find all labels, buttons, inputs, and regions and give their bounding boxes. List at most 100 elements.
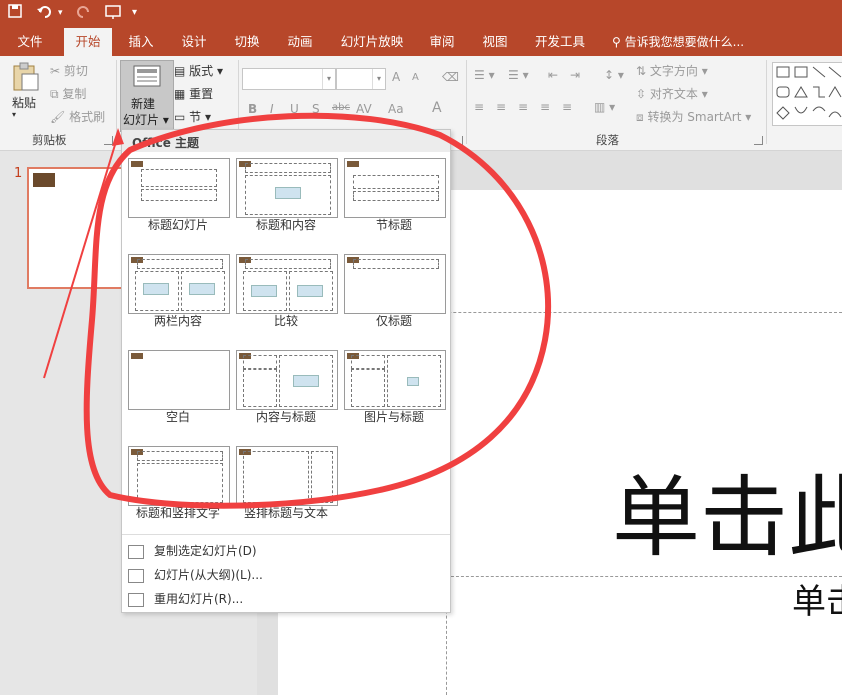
paste-button[interactable]: 粘贴 <box>12 94 36 111</box>
layout-label: 竖排标题与文本 <box>243 506 328 520</box>
tab-slideshow[interactable]: 幻灯片放映 <box>334 28 410 56</box>
reuse-slides-icon <box>128 592 144 607</box>
layout-label: 标题和竖排文字 <box>135 506 220 520</box>
increase-indent-icon[interactable]: ⇥ <box>570 68 580 82</box>
font-size-combo[interactable]: ▾ <box>336 68 386 90</box>
layout-content-caption[interactable] <box>236 350 338 410</box>
layout-two-content[interactable] <box>128 254 230 314</box>
tab-transitions[interactable]: 切换 <box>226 28 268 56</box>
change-case-button[interactable]: Aa <box>388 102 404 116</box>
align-center-icon[interactable]: ≡ <box>496 100 506 114</box>
section-button[interactable]: ▭ 节 ▾ <box>174 108 211 125</box>
duplicate-slide-icon <box>128 544 144 559</box>
bullets-icon[interactable]: ☰ ▾ <box>474 68 495 82</box>
bold-button[interactable]: B <box>248 102 257 116</box>
clipboard-launcher-icon[interactable] <box>104 136 113 145</box>
layout-label: 标题幻灯片 <box>147 218 208 232</box>
tab-design[interactable]: 设计 <box>172 28 216 56</box>
layout-comparison[interactable] <box>236 254 338 314</box>
layout-section-header[interactable] <box>344 158 446 218</box>
tell-me-text: 告诉我您想要做什么... <box>624 35 745 49</box>
scissors-icon: ✂ <box>50 64 64 78</box>
font-launcher-icon[interactable] <box>454 136 463 145</box>
decrease-indent-icon[interactable]: ⇤ <box>548 68 558 82</box>
layout-picture-caption[interactable] <box>344 350 446 410</box>
italic-button[interactable]: I <box>270 102 274 116</box>
tab-file[interactable]: 文件 <box>8 28 52 56</box>
title-bar: ▾ ▾ <box>0 0 842 28</box>
tab-review[interactable]: 审阅 <box>420 28 464 56</box>
layout-vertical-title-text[interactable] <box>236 446 338 506</box>
undo-icon[interactable] <box>36 4 56 25</box>
cut-button[interactable]: ✂ 剪切 <box>50 62 88 79</box>
font-name-combo[interactable]: ▾ <box>242 68 336 90</box>
paragraph-launcher-icon[interactable] <box>754 136 763 145</box>
reset-icon: ▦ <box>174 87 190 101</box>
font-color-button[interactable]: A <box>432 100 442 116</box>
text-direction-icon: ⇅ <box>636 64 650 78</box>
save-icon[interactable] <box>8 4 22 23</box>
subtitle-placeholder[interactable]: 单击 <box>792 582 842 622</box>
paste-dropdown-icon[interactable]: ▾ <box>12 110 16 119</box>
layout-label: 内容与标题 <box>255 410 316 424</box>
align-right-icon[interactable]: ≡ <box>518 100 528 114</box>
copy-icon: ⧉ <box>50 87 63 101</box>
duplicate-slide-item[interactable]: 复制选定幻灯片(D) <box>128 540 257 562</box>
grow-font-button[interactable]: A <box>392 70 400 84</box>
layout-title-vertical-text[interactable] <box>128 446 230 506</box>
format-painter-button[interactable]: 🖌 格式刷 <box>50 108 105 125</box>
layout-dropdown: Office 主题 标题幻灯片 标题和内容 节标题 两栏内容 比较 仅标题 空白… <box>121 129 451 613</box>
strikethrough-button[interactable]: abc <box>332 102 350 113</box>
layout-title-only[interactable] <box>344 254 446 314</box>
present-from-start-icon[interactable] <box>104 4 122 25</box>
layout-title-content[interactable] <box>236 158 338 218</box>
new-slide-button[interactable]: 新建 幻灯片 ▾ <box>120 60 174 132</box>
customize-qat-icon[interactable]: ▾ <box>132 4 137 22</box>
slide-number: 1 <box>14 166 23 181</box>
shadow-button[interactable]: S <box>312 102 320 116</box>
layout-label: 节标题 <box>375 218 412 232</box>
line-spacing-icon[interactable]: ↕ ▾ <box>604 68 624 82</box>
tell-me-box[interactable]: ⚲ 告诉我您想要做什么... <box>612 28 744 56</box>
slides-from-outline-item[interactable]: 幻灯片(从大纲)(L)... <box>128 564 263 586</box>
layout-label: 标题和内容 <box>255 218 316 232</box>
smartart-button[interactable]: ⧈ 转换为 SmartArt ▾ <box>636 108 751 125</box>
align-text-icon: ⇳ <box>636 87 650 101</box>
shapes-gallery[interactable] <box>772 62 842 126</box>
tab-animations[interactable]: 动画 <box>278 28 322 56</box>
numbering-icon[interactable]: ☰ ▾ <box>508 68 529 82</box>
layout-blank[interactable] <box>128 350 230 410</box>
tab-developer[interactable]: 开发工具 <box>528 28 592 56</box>
layout-title-slide[interactable] <box>128 158 230 218</box>
copy-button[interactable]: ⧉ 复制 <box>50 85 86 102</box>
office-theme-header: Office 主题 <box>122 130 450 152</box>
distributed-icon[interactable]: ≡ <box>562 100 572 114</box>
divider <box>122 534 450 535</box>
align-left-icon[interactable]: ≡ <box>474 100 484 114</box>
text-direction-button[interactable]: ⇅ 文字方向 ▾ <box>636 62 708 79</box>
reuse-slides-item[interactable]: 重用幻灯片(R)... <box>128 588 243 610</box>
brush-icon: 🖌 <box>50 110 70 124</box>
shrink-font-button[interactable]: A <box>412 72 419 83</box>
reset-button[interactable]: ▦ 重置 <box>174 85 213 102</box>
clear-format-icon[interactable]: ⌫ <box>442 70 459 84</box>
layout-label: 两栏内容 <box>153 314 202 328</box>
align-text-button[interactable]: ⇳ 对齐文本 ▾ <box>636 85 708 102</box>
paste-icon[interactable] <box>8 62 42 92</box>
title-placeholder[interactable]: 单击此 <box>612 470 842 566</box>
underline-button[interactable]: U <box>290 102 299 116</box>
layout-icon: ▤ <box>174 64 190 78</box>
columns-icon[interactable]: ▥ ▾ <box>594 100 615 114</box>
outline-icon <box>128 568 144 583</box>
redo-icon[interactable] <box>76 4 92 25</box>
chevron-down-icon: ▾ <box>322 69 335 89</box>
slide-thumbnail[interactable] <box>27 167 127 289</box>
justify-icon[interactable]: ≡ <box>540 100 550 114</box>
divider <box>766 60 767 144</box>
undo-dropdown-icon[interactable]: ▾ <box>58 4 63 22</box>
char-spacing-button[interactable]: AV <box>356 102 372 116</box>
layout-button[interactable]: ▤ 版式 ▾ <box>174 62 223 79</box>
tab-view[interactable]: 视图 <box>474 28 516 56</box>
tab-home[interactable]: 开始 <box>64 28 112 58</box>
tab-insert[interactable]: 插入 <box>120 28 162 56</box>
